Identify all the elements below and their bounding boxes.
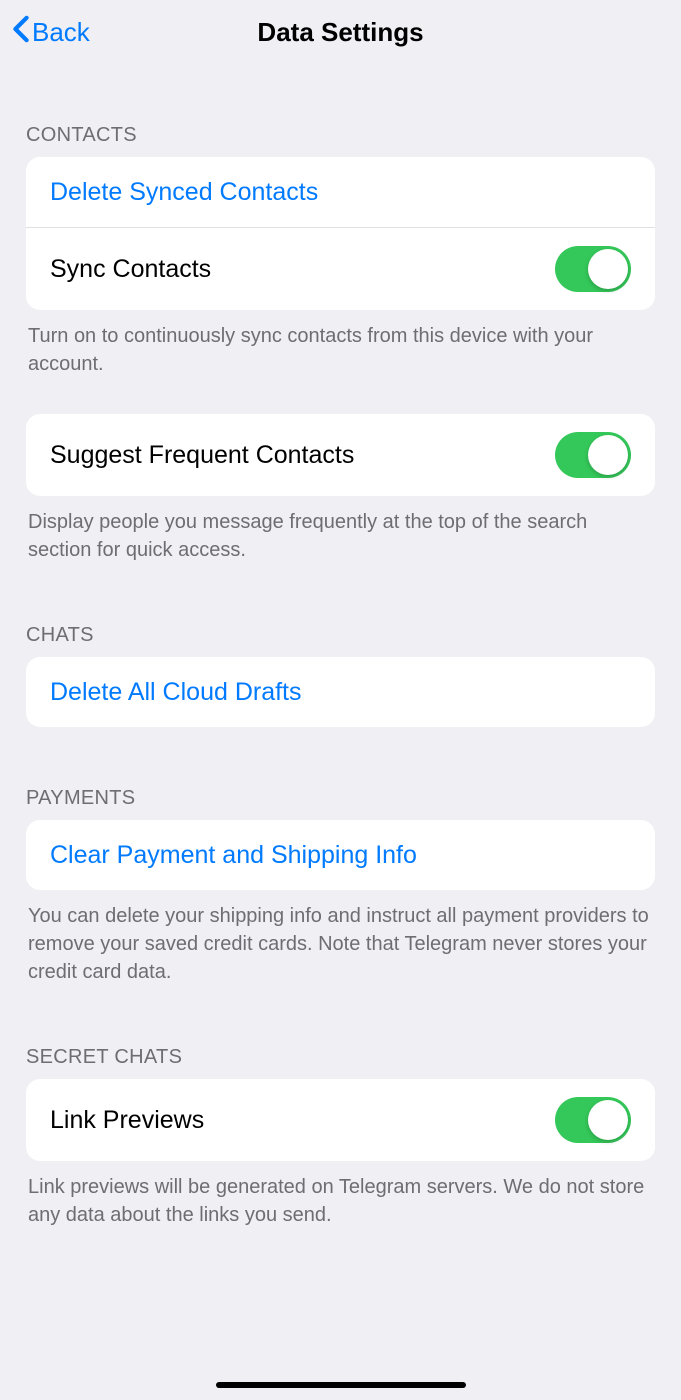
content: CONTACTS Delete Synced Contacts Sync Con… [0,64,681,1229]
back-label: Back [32,17,90,48]
suggest-frequent-toggle[interactable] [555,432,631,478]
delete-drafts-label: Delete All Cloud Drafts [50,678,302,707]
nav-header: Back Data Settings [0,0,681,64]
section-header-chats: CHATS [26,564,655,657]
clear-payment-button[interactable]: Clear Payment and Shipping Info [26,820,655,890]
sync-contacts-label: Sync Contacts [50,255,211,284]
delete-synced-contacts-button[interactable]: Delete Synced Contacts [26,157,655,227]
secret-chats-group: Link Previews [26,1079,655,1161]
sync-contacts-toggle[interactable] [555,246,631,292]
suggest-frequent-row: Suggest Frequent Contacts [26,414,655,496]
payments-footer: You can delete your shipping info and in… [26,890,655,986]
link-previews-footer: Link previews will be generated on Teleg… [26,1161,655,1229]
suggest-frequent-label: Suggest Frequent Contacts [50,441,354,470]
home-indicator[interactable] [216,1382,466,1388]
clear-payment-label: Clear Payment and Shipping Info [50,841,417,870]
back-button[interactable]: Back [12,15,90,50]
delete-synced-contacts-label: Delete Synced Contacts [50,178,318,207]
link-previews-toggle[interactable] [555,1097,631,1143]
link-previews-label: Link Previews [50,1106,204,1135]
chevron-left-icon [12,15,30,50]
section-header-contacts: CONTACTS [26,64,655,157]
sync-contacts-footer: Turn on to continuously sync contacts fr… [26,310,655,378]
contacts-group: Delete Synced Contacts Sync Contacts [26,157,655,310]
delete-drafts-button[interactable]: Delete All Cloud Drafts [26,657,655,727]
payments-group: Clear Payment and Shipping Info [26,820,655,890]
page-title: Data Settings [257,17,423,48]
chats-group: Delete All Cloud Drafts [26,657,655,727]
sync-contacts-row: Sync Contacts [26,227,655,310]
section-header-secret-chats: SECRET CHATS [26,986,655,1079]
suggest-frequent-footer: Display people you message frequently at… [26,496,655,564]
suggest-group: Suggest Frequent Contacts [26,414,655,496]
link-previews-row: Link Previews [26,1079,655,1161]
section-header-payments: PAYMENTS [26,727,655,820]
